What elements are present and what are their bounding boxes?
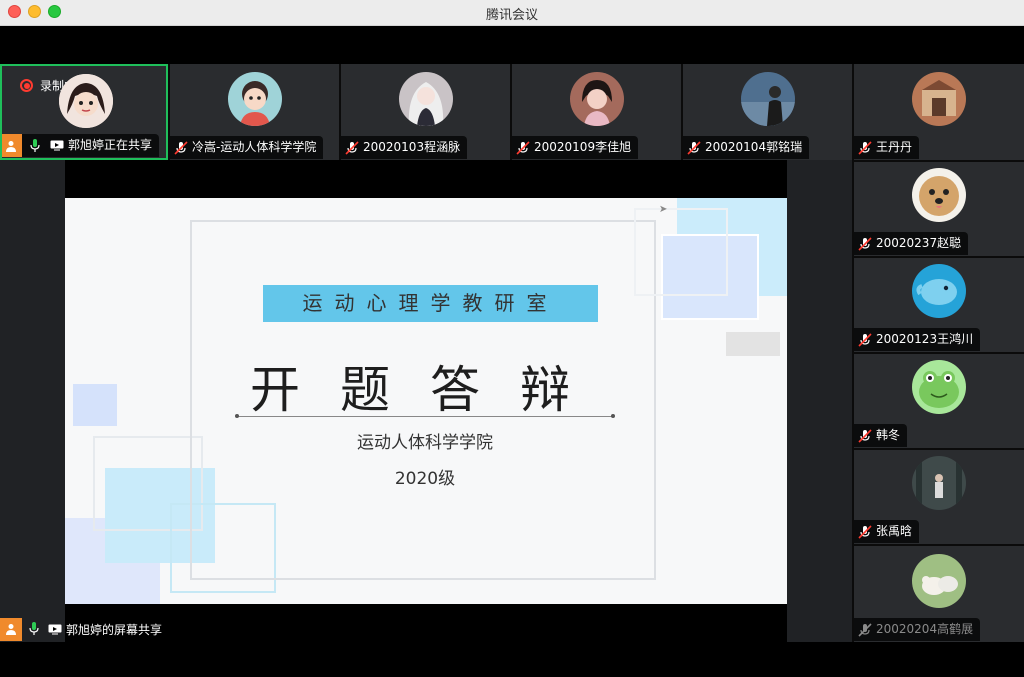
avatar (741, 72, 795, 126)
screen-right-margin (787, 160, 852, 642)
avatar (912, 72, 966, 126)
presenter-icon (2, 134, 22, 157)
participant-name: 郭旭婷正在共享 (68, 138, 153, 152)
screen-share-icon (46, 134, 68, 157)
meeting-window: 腾讯会议 录制中 郭旭婷正在共享 冷嵩-运动人体科学学院 20020103程涵脉… (0, 0, 1024, 677)
participant-name: 冷嵩-运动人体科学学院 (192, 140, 317, 154)
slide-subtitle: 运动人体科学学院 (357, 433, 493, 453)
share-label-text: 郭旭婷的屏幕共享 (66, 622, 163, 637)
participant-nameplate: 张禹晗 (854, 520, 920, 543)
microphone-muted-icon (170, 136, 192, 159)
microphone-muted-icon (854, 328, 876, 351)
slide-decoration (73, 384, 117, 426)
participant-name: 王丹丹 (876, 140, 913, 154)
video-tile[interactable]: 王丹丹 (854, 64, 1024, 160)
video-tile[interactable]: 20020104郭铭瑞 (683, 64, 852, 160)
avatar (399, 72, 453, 126)
participant-name: 张禹晗 (876, 524, 913, 538)
top-spacer (0, 26, 1024, 64)
microphone-muted-icon (854, 520, 876, 543)
screen-share-icon (44, 624, 66, 635)
video-tile[interactable]: 冷嵩-运动人体科学学院 (170, 64, 339, 160)
video-tile[interactable]: 20020204高鹤展 (854, 546, 1024, 642)
participant-name: 20020104郭铭瑞 (705, 140, 803, 154)
video-tile-presenter[interactable]: 录制中 郭旭婷正在共享 (0, 64, 168, 160)
participant-nameplate: 20020123王鸿川 (854, 328, 981, 351)
screen-left-margin (0, 160, 65, 642)
participant-name: 20020103程涵脉 (363, 140, 461, 154)
avatar (912, 168, 966, 222)
participant-name: 20020237赵聪 (876, 236, 962, 250)
avatar (228, 72, 282, 126)
microphone-muted-icon (512, 136, 534, 159)
participant-nameplate: 王丹丹 (854, 136, 920, 159)
presentation-slide: ➤ 运动心理学教研室 开题答辩 运动人体科学学院 2020级 (65, 198, 787, 604)
microphone-muted-icon (854, 136, 876, 159)
video-tile[interactable]: 20020123王鸿川 (854, 258, 1024, 352)
screen-share-label: 郭旭婷的屏幕共享 (0, 617, 162, 641)
window-title: 腾讯会议 (485, 8, 538, 23)
participant-nameplate: 20020109李佳旭 (512, 136, 639, 159)
video-tile[interactable]: 20020103程涵脉 (341, 64, 510, 160)
avatar (912, 264, 966, 318)
bottom-bar (0, 642, 1024, 677)
record-icon (20, 79, 33, 92)
title-bar: 腾讯会议 (0, 0, 1024, 26)
participant-nameplate: 20020104郭铭瑞 (683, 136, 810, 159)
avatar (912, 360, 966, 414)
avatar (59, 74, 113, 128)
participant-nameplate: 冷嵩-运动人体科学学院 (170, 136, 324, 159)
participant-name: 20020109李佳旭 (534, 140, 632, 154)
participant-nameplate: 20020204高鹤展 (854, 618, 981, 641)
avatar (912, 554, 966, 608)
participant-nameplate: 韩冬 (854, 424, 908, 447)
video-tile[interactable]: 张禹晗 (854, 450, 1024, 544)
participant-name: 20020123王鸿川 (876, 332, 974, 346)
slide-year: 2020级 (394, 469, 456, 489)
slide-title: 开题答辩 (250, 361, 610, 419)
avatar (570, 72, 624, 126)
video-tile[interactable]: 20020237赵聪 (854, 162, 1024, 256)
microphone-muted-icon (341, 136, 363, 159)
video-tile[interactable]: 20020109李佳旭 (512, 64, 681, 160)
title-divider (235, 414, 615, 418)
participant-nameplate: 20020103程涵脉 (341, 136, 468, 159)
slide-decoration (726, 332, 780, 356)
microphone-muted-icon (854, 232, 876, 255)
microphone-muted-icon (854, 424, 876, 447)
participant-nameplate: 20020237赵聪 (854, 232, 969, 255)
video-tile[interactable]: 韩冬 (854, 354, 1024, 448)
presenter-icon (0, 617, 22, 641)
microphone-on-icon (24, 622, 44, 636)
slide-decoration (634, 208, 728, 296)
mouse-cursor-icon: ➤ (659, 204, 668, 215)
participant-name: 韩冬 (876, 428, 901, 442)
microphone-muted-icon (683, 136, 705, 159)
participant-name: 20020204高鹤展 (876, 622, 974, 636)
participant-nameplate: 郭旭婷正在共享 (2, 134, 160, 157)
microphone-muted-icon (854, 618, 876, 641)
avatar (912, 456, 966, 510)
slide-banner: 运动心理学教研室 (263, 285, 598, 322)
microphone-on-icon (24, 134, 46, 157)
